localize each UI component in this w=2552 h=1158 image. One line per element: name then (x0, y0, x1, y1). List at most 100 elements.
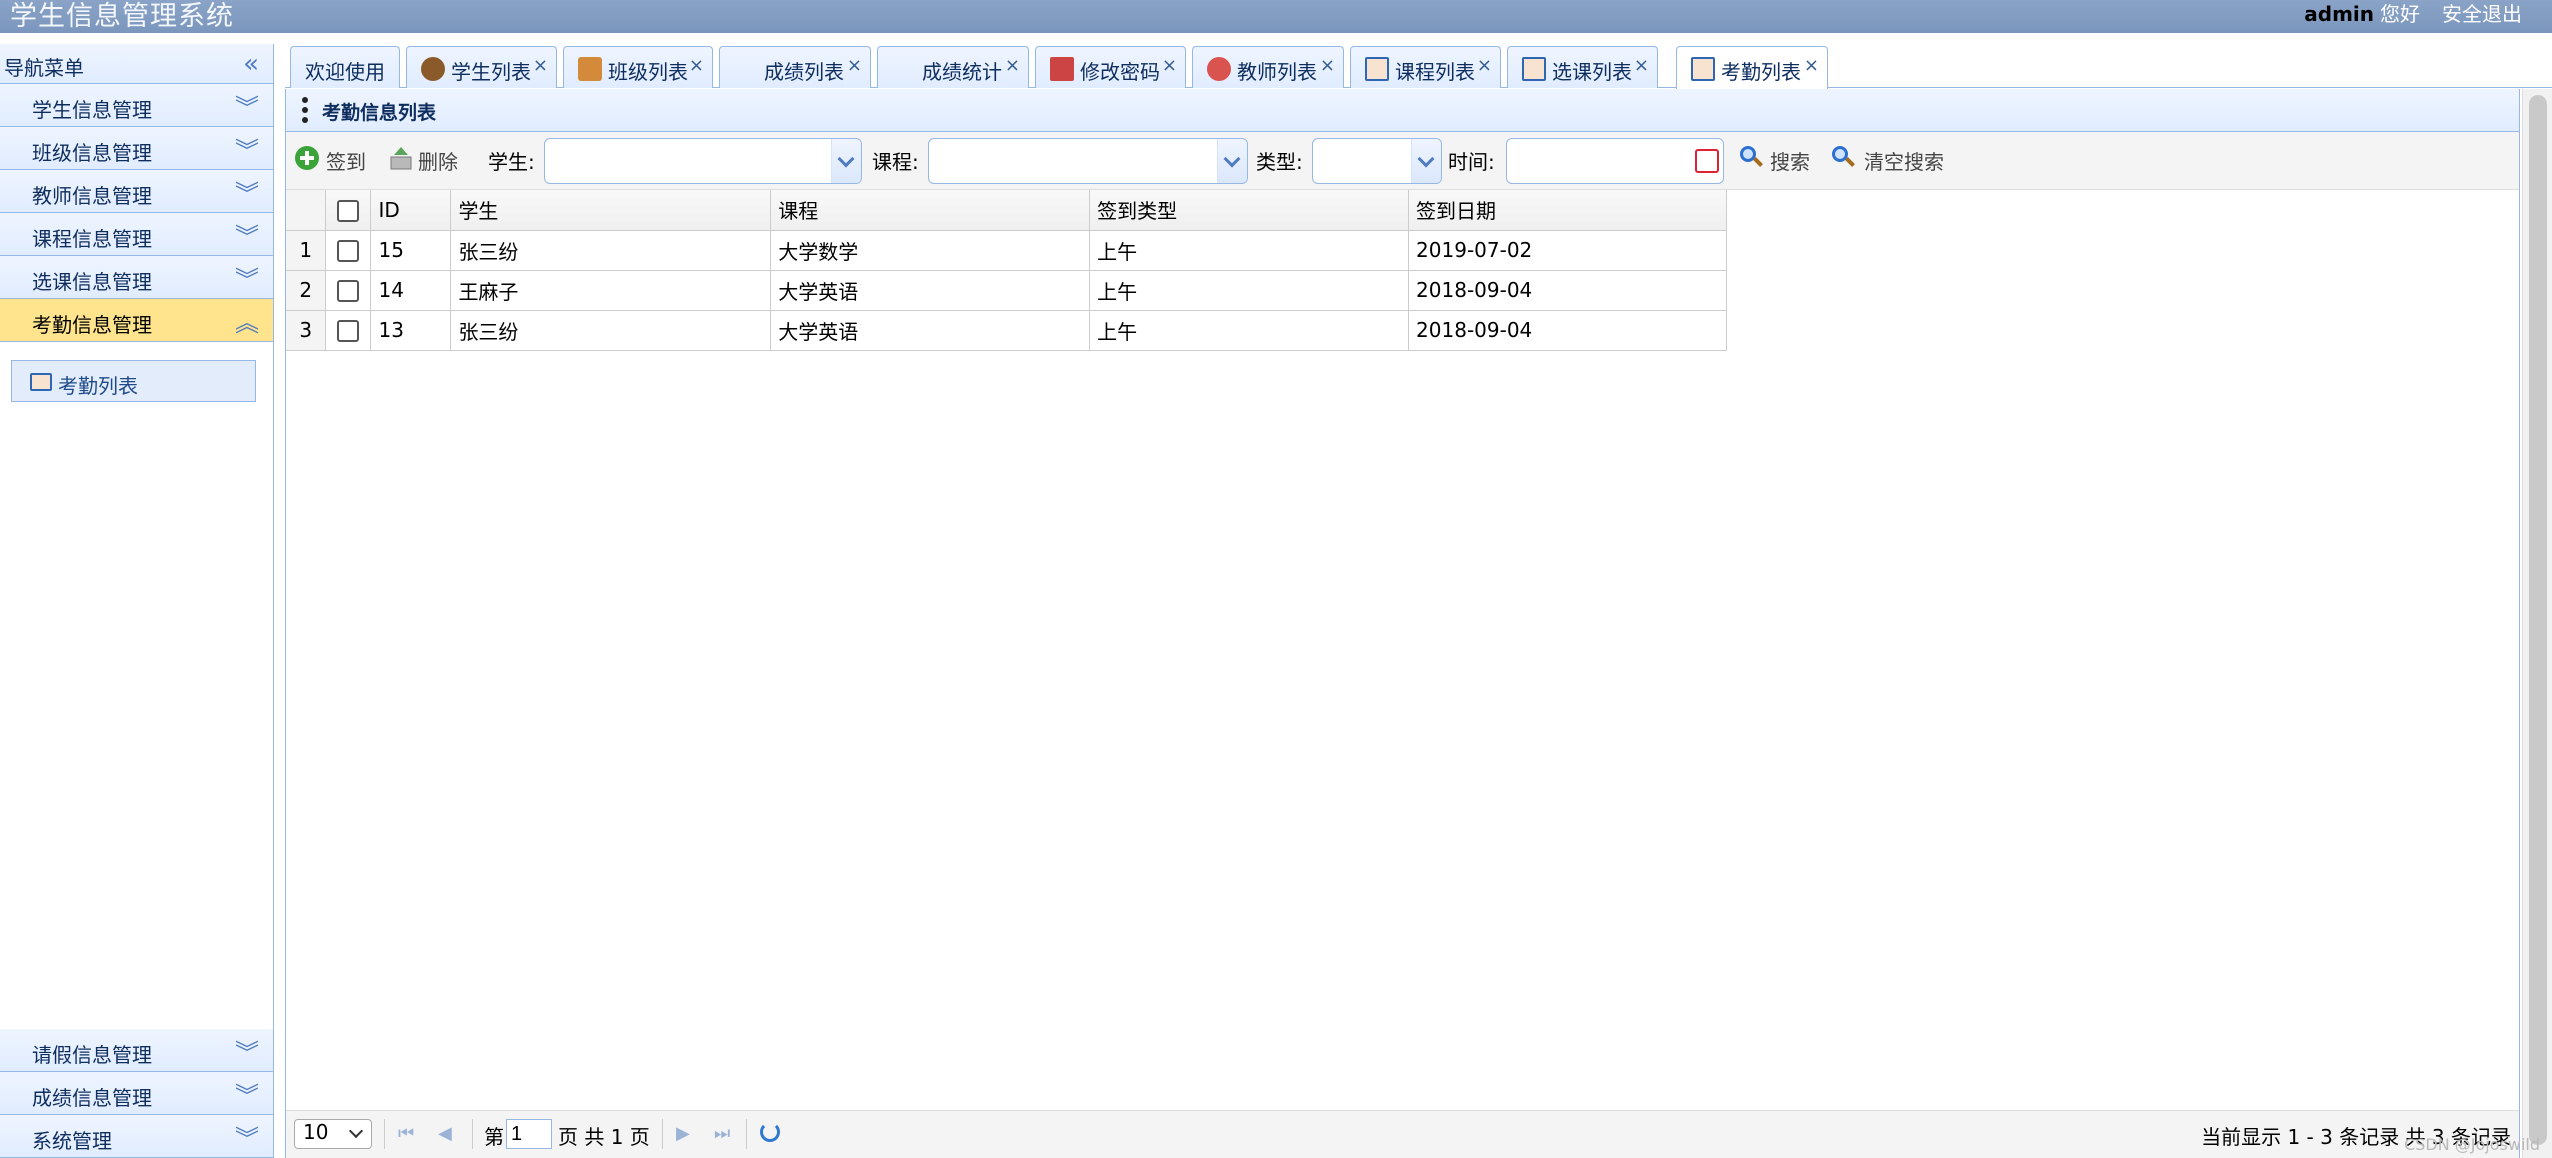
tab-label: 班级列表 (608, 60, 688, 84)
nav-attendance-list[interactable]: 考勤列表 (11, 360, 256, 402)
panel-menu-icon (302, 97, 308, 123)
tab-label: 学生列表 (451, 60, 531, 84)
row-select-cell (325, 270, 372, 311)
sidebar-item-label: 选课信息管理 (32, 270, 152, 294)
tab-teacher-list[interactable]: 教师列表 × (1192, 46, 1344, 88)
toolbar: 签到 删除 学生: 课程: 类型: 时间: 搜索 清空搜索 (286, 132, 2519, 190)
tab-grade-stats[interactable]: 成绩统计 × (877, 46, 1029, 88)
row-checkbox[interactable] (337, 320, 360, 343)
prev-page-icon[interactable]: ◀ (438, 1123, 458, 1144)
content-panel: 考勤信息列表 签到 删除 学生: 课程: 类型: 时间: 搜索 清空搜索 ID (285, 89, 2520, 1158)
tab-welcome[interactable]: 欢迎使用 (290, 46, 400, 88)
expand-chevron-icon: ︾ (235, 266, 259, 294)
pagination-bar: 10 ⏮ ◀ 第 页 共 1 页 ▶ ⏭ 当前显示 1 - 3 条记录 共 3 … (286, 1110, 2519, 1158)
table-row[interactable]: 3 13 张三纷 大学英语 上午 2018-09-04 (286, 310, 1727, 351)
first-page-icon[interactable]: ⏮ (398, 1123, 418, 1144)
sidebar-item-grades[interactable]: 成绩信息管理 ︾ (0, 1072, 273, 1115)
header-user-area: admin 您好 安全退出 (2304, 0, 2522, 27)
tab-change-password[interactable]: 修改密码 × (1035, 46, 1186, 88)
scrollbar-thumb[interactable] (2529, 95, 2547, 1145)
sidebar-item-system[interactable]: 系统管理 ︾ (0, 1115, 273, 1158)
collapse-chevron-icon: ︽ (235, 309, 259, 337)
tab-selection-list[interactable]: 选课列表 × (1507, 46, 1658, 88)
tab-class-list[interactable]: 班级列表 × (563, 46, 713, 88)
search-button[interactable]: 搜索 (1770, 146, 1810, 175)
type-combo[interactable] (1312, 138, 1442, 184)
row-checkbox[interactable] (337, 240, 360, 263)
close-icon[interactable]: × (1005, 55, 1020, 76)
dropdown-arrow-icon[interactable] (831, 139, 861, 183)
sidebar-item-class[interactable]: 班级信息管理 ︾ (0, 127, 273, 170)
sidebar-item-label: 成绩信息管理 (32, 1086, 152, 1110)
sidebar-item-attendance[interactable]: 考勤信息管理 ︽ (0, 299, 273, 342)
column-header-student[interactable]: 学生 (450, 190, 772, 231)
clear-search-button[interactable]: 清空搜索 (1864, 146, 1944, 175)
close-icon[interactable]: × (1162, 55, 1177, 76)
refresh-icon[interactable] (760, 1122, 780, 1142)
student-combo[interactable] (544, 138, 862, 184)
tab-label: 课程列表 (1395, 60, 1475, 84)
sidebar-item-course[interactable]: 课程信息管理 ︾ (0, 213, 273, 256)
search-icon (1832, 146, 1855, 168)
tab-attendance-list[interactable]: 考勤列表 × (1676, 46, 1828, 89)
dropdown-arrow-icon[interactable] (1411, 139, 1441, 183)
sidebar-item-leave[interactable]: 请假信息管理 ︾ (0, 1029, 273, 1072)
tab-label: 教师列表 (1237, 60, 1317, 84)
column-header-type[interactable]: 签到类型 (1089, 190, 1410, 231)
close-icon[interactable]: × (533, 55, 548, 76)
tab-grade-list[interactable]: 成绩列表 × (719, 46, 871, 88)
column-header-course[interactable]: 课程 (770, 190, 1091, 231)
cell-type: 上午 (1089, 230, 1410, 271)
close-icon[interactable]: × (1477, 55, 1492, 76)
tab-course-list[interactable]: 课程列表 × (1350, 46, 1501, 88)
column-header-id[interactable]: ID (370, 190, 452, 231)
close-icon[interactable]: × (847, 55, 862, 76)
close-icon[interactable]: × (1804, 55, 1819, 76)
table-row[interactable]: 1 15 张三纷 大学数学 上午 2019-07-02 (286, 230, 1727, 271)
course-combo[interactable] (928, 138, 1248, 184)
course-filter-label: 课程: (872, 150, 919, 174)
vertical-scrollbar[interactable] (2522, 89, 2552, 1158)
sidebar-item-student[interactable]: 学生信息管理 ︾ (0, 84, 273, 127)
sidebar-item-teacher[interactable]: 教师信息管理 ︾ (0, 170, 273, 213)
time-filter-label: 时间: (1448, 150, 1495, 174)
expand-chevron-icon: ︾ (235, 1082, 259, 1110)
close-icon[interactable]: × (1634, 55, 1649, 76)
last-page-icon[interactable]: ⏭ (714, 1123, 734, 1144)
collapse-sidebar-icon[interactable]: « (243, 49, 259, 79)
dropdown-arrow-icon[interactable] (1217, 139, 1247, 183)
close-icon[interactable]: × (689, 55, 704, 76)
cell-course: 大学数学 (770, 230, 1091, 271)
sidebar-item-selection[interactable]: 选课信息管理 ︾ (0, 256, 273, 299)
date-input[interactable] (1506, 138, 1724, 184)
select-all-checkbox[interactable] (337, 200, 360, 222)
sidebar-item-label: 教师信息管理 (32, 184, 152, 208)
sidebar-item-label: 课程信息管理 (32, 227, 152, 251)
signin-button[interactable]: 签到 (326, 146, 366, 175)
table-row[interactable]: 2 14 王麻子 大学英语 上午 2018-09-04 (286, 270, 1727, 311)
row-select-cell (325, 310, 372, 351)
page-size-select[interactable]: 10 (294, 1119, 372, 1149)
pager-separator (472, 1119, 473, 1149)
book-icon (30, 373, 52, 391)
student-filter-label: 学生: (488, 150, 535, 174)
close-icon[interactable]: × (1320, 55, 1335, 76)
tab-student-list[interactable]: 学生列表 × (406, 46, 557, 88)
house-icon (578, 57, 602, 81)
cell-type: 上午 (1089, 270, 1410, 311)
sidebar: 导航菜单 « 学生信息管理 ︾ 班级信息管理 ︾ 教师信息管理 ︾ 课程信息管理 ︾ 选… (0, 44, 274, 1158)
page-number-input[interactable] (506, 1119, 552, 1149)
row-number: 1 (286, 230, 327, 271)
calendar-icon[interactable] (1695, 149, 1719, 173)
select-all-cell (325, 190, 372, 231)
panel-header: 考勤信息列表 (286, 89, 2519, 132)
expand-chevron-icon: ︾ (235, 1039, 259, 1067)
cell-student: 张三纷 (450, 310, 772, 351)
next-page-icon[interactable]: ▶ (676, 1123, 696, 1144)
row-checkbox[interactable] (337, 280, 360, 303)
cell-student: 王麻子 (450, 270, 772, 311)
tab-label: 选课列表 (1552, 60, 1632, 84)
delete-button[interactable]: 删除 (418, 146, 458, 175)
column-header-date[interactable]: 签到日期 (1408, 190, 1727, 231)
logout-link[interactable]: 安全退出 (2442, 2, 2522, 26)
